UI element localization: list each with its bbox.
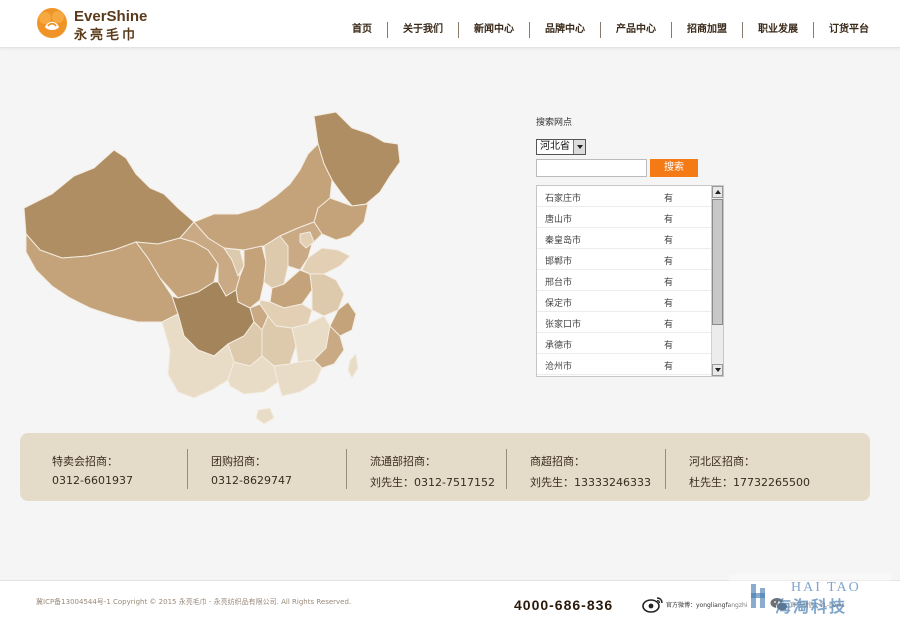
contact-group-buy: 团购招商： 0312-8629747 [211,449,371,489]
wechat-label[interactable]: 官方微信：YL-news [790,600,845,609]
map-region-hainan[interactable] [255,407,275,425]
contact-phone: 0312-6601937 [52,474,133,487]
city-name: 秦皇岛市 [545,236,582,246]
chevron-down-icon[interactable] [573,140,585,154]
contact-hebei: 河北区招商： 杜先生：17732265500 [689,449,849,489]
contact-phone: 杜先生：17732265500 [689,476,810,489]
nav-careers[interactable]: 职业发展 [742,22,813,38]
brand-name-cn: 永亮毛巾 [74,28,139,43]
contact-divider [346,449,347,489]
weibo-icon[interactable] [642,595,664,613]
contact-title: 流通部招商： [370,455,436,468]
nav-news[interactable]: 新闻中心 [458,22,529,38]
contact-sale: 特卖会招商： 0312-6601937 [52,449,212,489]
contact-title: 团购招商： [211,455,266,468]
brand-name-en: EverShine [74,8,148,25]
scroll-down-arrow-icon[interactable] [712,364,723,376]
city-status: 有 [664,278,674,288]
contact-bar: 特卖会招商： 0312-6601937 团购招商： 0312-8629747 流… [20,433,870,501]
nav-about[interactable]: 关于我们 [387,22,458,38]
nav-brand[interactable]: 品牌中心 [529,22,600,38]
nav-franchise[interactable]: 招商加盟 [671,22,742,38]
store-search-panel: 搜索网点 河北省 搜索 [536,117,736,177]
search-button[interactable]: 搜索 [650,159,698,177]
city-status: 有 [664,236,674,246]
china-map [23,111,401,425]
city-list-scrollbar[interactable] [711,186,723,376]
city-name: 保定市 [545,299,573,309]
list-item[interactable]: 张家口市 有 [537,312,711,333]
city-name: 邯郸市 [545,257,573,267]
contact-phone: 刘先生：13333246333 [530,476,651,489]
city-status: 有 [664,341,674,351]
search-input[interactable] [536,159,647,177]
city-name: 邢台市 [545,278,573,288]
city-status: 有 [664,362,674,372]
province-select-value: 河北省 [540,141,570,152]
map-region-shanxi[interactable] [263,235,289,289]
contact-divider [506,449,507,489]
hotline-number: 4000-686-836 [514,597,614,613]
main-nav: 首页 关于我们 新闻中心 品牌中心 产品中心 招商加盟 职业发展 订货平台 [337,22,884,38]
contact-supermarket: 商超招商： 刘先生：13333246333 [530,449,690,489]
list-item[interactable]: 保定市 有 [537,291,711,312]
city-name: 唐山市 [545,215,573,225]
contact-title: 特卖会招商： [52,455,118,468]
scroll-up-arrow-icon[interactable] [712,186,723,198]
wechat-icon[interactable] [770,597,788,612]
list-item[interactable]: 沧州市 有 [537,354,711,375]
nav-home[interactable]: 首页 [337,22,387,38]
city-status: 有 [664,299,674,309]
map-region-taiwan[interactable] [347,352,359,380]
contact-title: 河北区招商： [689,455,755,468]
city-status: 有 [664,320,674,330]
city-status: 有 [664,194,674,204]
site-header: EverShine 永亮毛巾 首页 关于我们 新闻中心 品牌中心 产品中心 招商… [0,0,900,48]
city-name: 承德市 [545,341,573,351]
copyright-text: 冀ICP备13004544号-1 Copyright © 2015 永亮毛巾 -… [36,598,352,606]
city-name: 张家口市 [545,320,582,330]
list-item[interactable]: 邢台市 有 [537,270,711,291]
city-status: 有 [664,257,674,267]
map-region-guangdong[interactable] [273,359,323,397]
search-title: 搜索网点 [536,118,573,128]
contact-title: 商超招商： [530,455,585,468]
city-name: 沧州市 [545,362,573,372]
list-item[interactable]: 石家庄市 有 [537,186,711,207]
contact-phone: 刘先生：0312-7517152 [370,476,495,489]
province-select[interactable]: 河北省 [536,139,586,155]
weibo-label[interactable]: 官方微博：yongliangfangzhi [666,600,747,609]
site-footer: 冀ICP备13004544号-1 Copyright © 2015 永亮毛巾 -… [0,580,900,623]
city-status: 有 [664,215,674,225]
list-item[interactable]: 承德市 有 [537,333,711,354]
contact-phone: 0312-8629747 [211,474,292,487]
city-name: 石家庄市 [545,194,582,204]
list-item[interactable]: 唐山市 有 [537,207,711,228]
list-item[interactable]: 秦皇岛市 有 [537,228,711,249]
list-item[interactable]: 邯郸市 有 [537,249,711,270]
city-list[interactable]: 石家庄市 有 唐山市 有 秦皇岛市 有 邯郸市 有 邢台市 有 保定市 有 张家… [536,185,724,377]
evershine-logo[interactable]: EverShine 永亮毛巾 [36,7,156,43]
contact-divider [187,449,188,489]
contact-divider [665,449,666,489]
flower-logo-icon [37,8,67,38]
scroll-thumb[interactable] [712,199,723,325]
nav-ordering[interactable]: 订货平台 [813,22,884,38]
nav-products[interactable]: 产品中心 [600,22,671,38]
